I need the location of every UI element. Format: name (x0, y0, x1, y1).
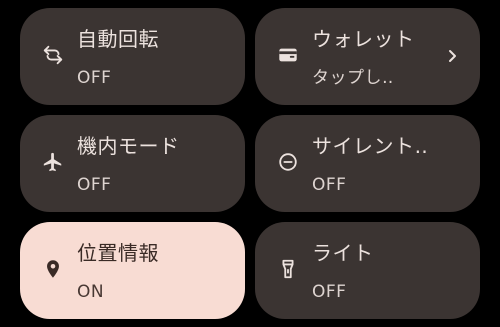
auto-rotate-icon (42, 44, 64, 66)
tile-flashlight[interactable]: ライト OFF (255, 222, 480, 319)
tile-state: OFF (77, 175, 112, 195)
do-not-disturb-icon (277, 151, 299, 173)
tile-state: OFF (77, 68, 112, 88)
tile-title: 自動回転 (77, 27, 159, 51)
tile-location[interactable]: 位置情報 ON (20, 222, 245, 319)
location-pin-icon (42, 258, 64, 280)
tile-title: 機内モード (77, 134, 180, 158)
tile-auto-rotate[interactable]: 自動回転 OFF (20, 8, 245, 105)
tile-title: 位置情報 (77, 241, 159, 265)
tile-silent-mode[interactable]: サイレント‥ OFF (255, 115, 480, 212)
wallet-icon (277, 44, 299, 66)
chevron-right-icon[interactable] (444, 46, 460, 66)
quick-settings-panel: { "tiles": { "auto_rotate": { "title": "… (0, 0, 500, 327)
tile-subtitle: タップし‥ (312, 68, 394, 88)
airplane-icon (42, 151, 64, 173)
tile-state: ON (77, 282, 105, 302)
tile-airplane-mode[interactable]: 機内モード OFF (20, 115, 245, 212)
tile-title: サイレント‥ (312, 134, 429, 158)
tile-title: ウォレット (312, 27, 415, 51)
tile-wallet[interactable]: ウォレット タップし‥ (255, 8, 480, 105)
tile-state: OFF (312, 282, 347, 302)
tile-state: OFF (312, 175, 347, 195)
flashlight-icon (277, 258, 299, 280)
tile-title: ライト (312, 241, 374, 265)
